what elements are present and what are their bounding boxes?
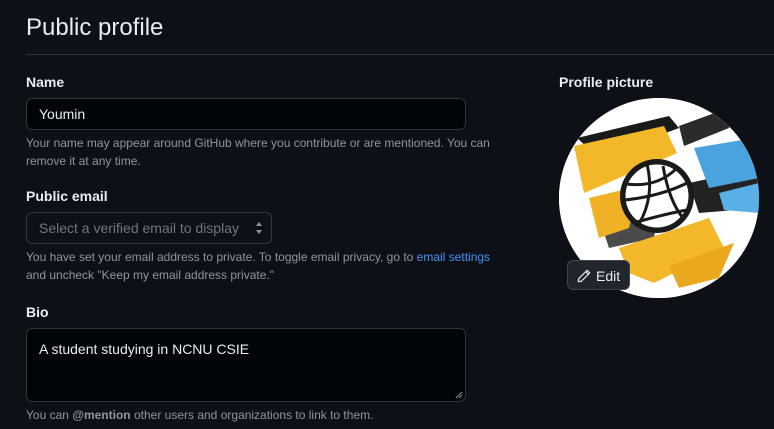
public-email-label: Public email [26,188,108,204]
email-note-text: You have set your email address to priva… [26,250,417,264]
select-arrows-icon [256,222,262,234]
email-note: You have set your email address to priva… [26,248,536,284]
name-label: Name [26,74,65,90]
bio-label: Bio [26,304,49,320]
bio-text: A student studying in NCNU CSIE [39,341,250,357]
email-note-line2: and uncheck "Keep my email address priva… [26,268,274,282]
bio-note-prefix: You can [26,408,73,422]
title-divider [26,54,774,55]
mention-text: @mention [72,408,131,422]
name-note-line1: Your name may appear around GitHub where… [26,136,490,150]
public-email-select[interactable]: Select a verified email to display [26,212,272,244]
bio-note: You can @mention other users and organiz… [26,406,373,424]
bio-note-suffix: other users and organizations to link to… [130,408,374,422]
email-note-line1: You have set your email address to priva… [26,248,536,266]
bio-textarea[interactable]: A student studying in NCNU CSIE [26,328,466,402]
page-title: Public profile [26,14,164,41]
name-input[interactable] [26,98,466,130]
edit-picture-button[interactable]: Edit [567,260,630,290]
resize-grip-icon[interactable] [455,391,463,399]
public-email-placeholder: Select a verified email to display [39,220,239,236]
profile-picture-label: Profile picture [559,74,654,90]
name-note-line2: remove it at any time. [26,154,141,168]
edit-label: Edit [596,268,621,284]
pencil-icon [577,269,591,283]
name-note: Your name may appear around GitHub where… [26,134,490,170]
email-settings-link[interactable]: email settings [417,250,490,264]
